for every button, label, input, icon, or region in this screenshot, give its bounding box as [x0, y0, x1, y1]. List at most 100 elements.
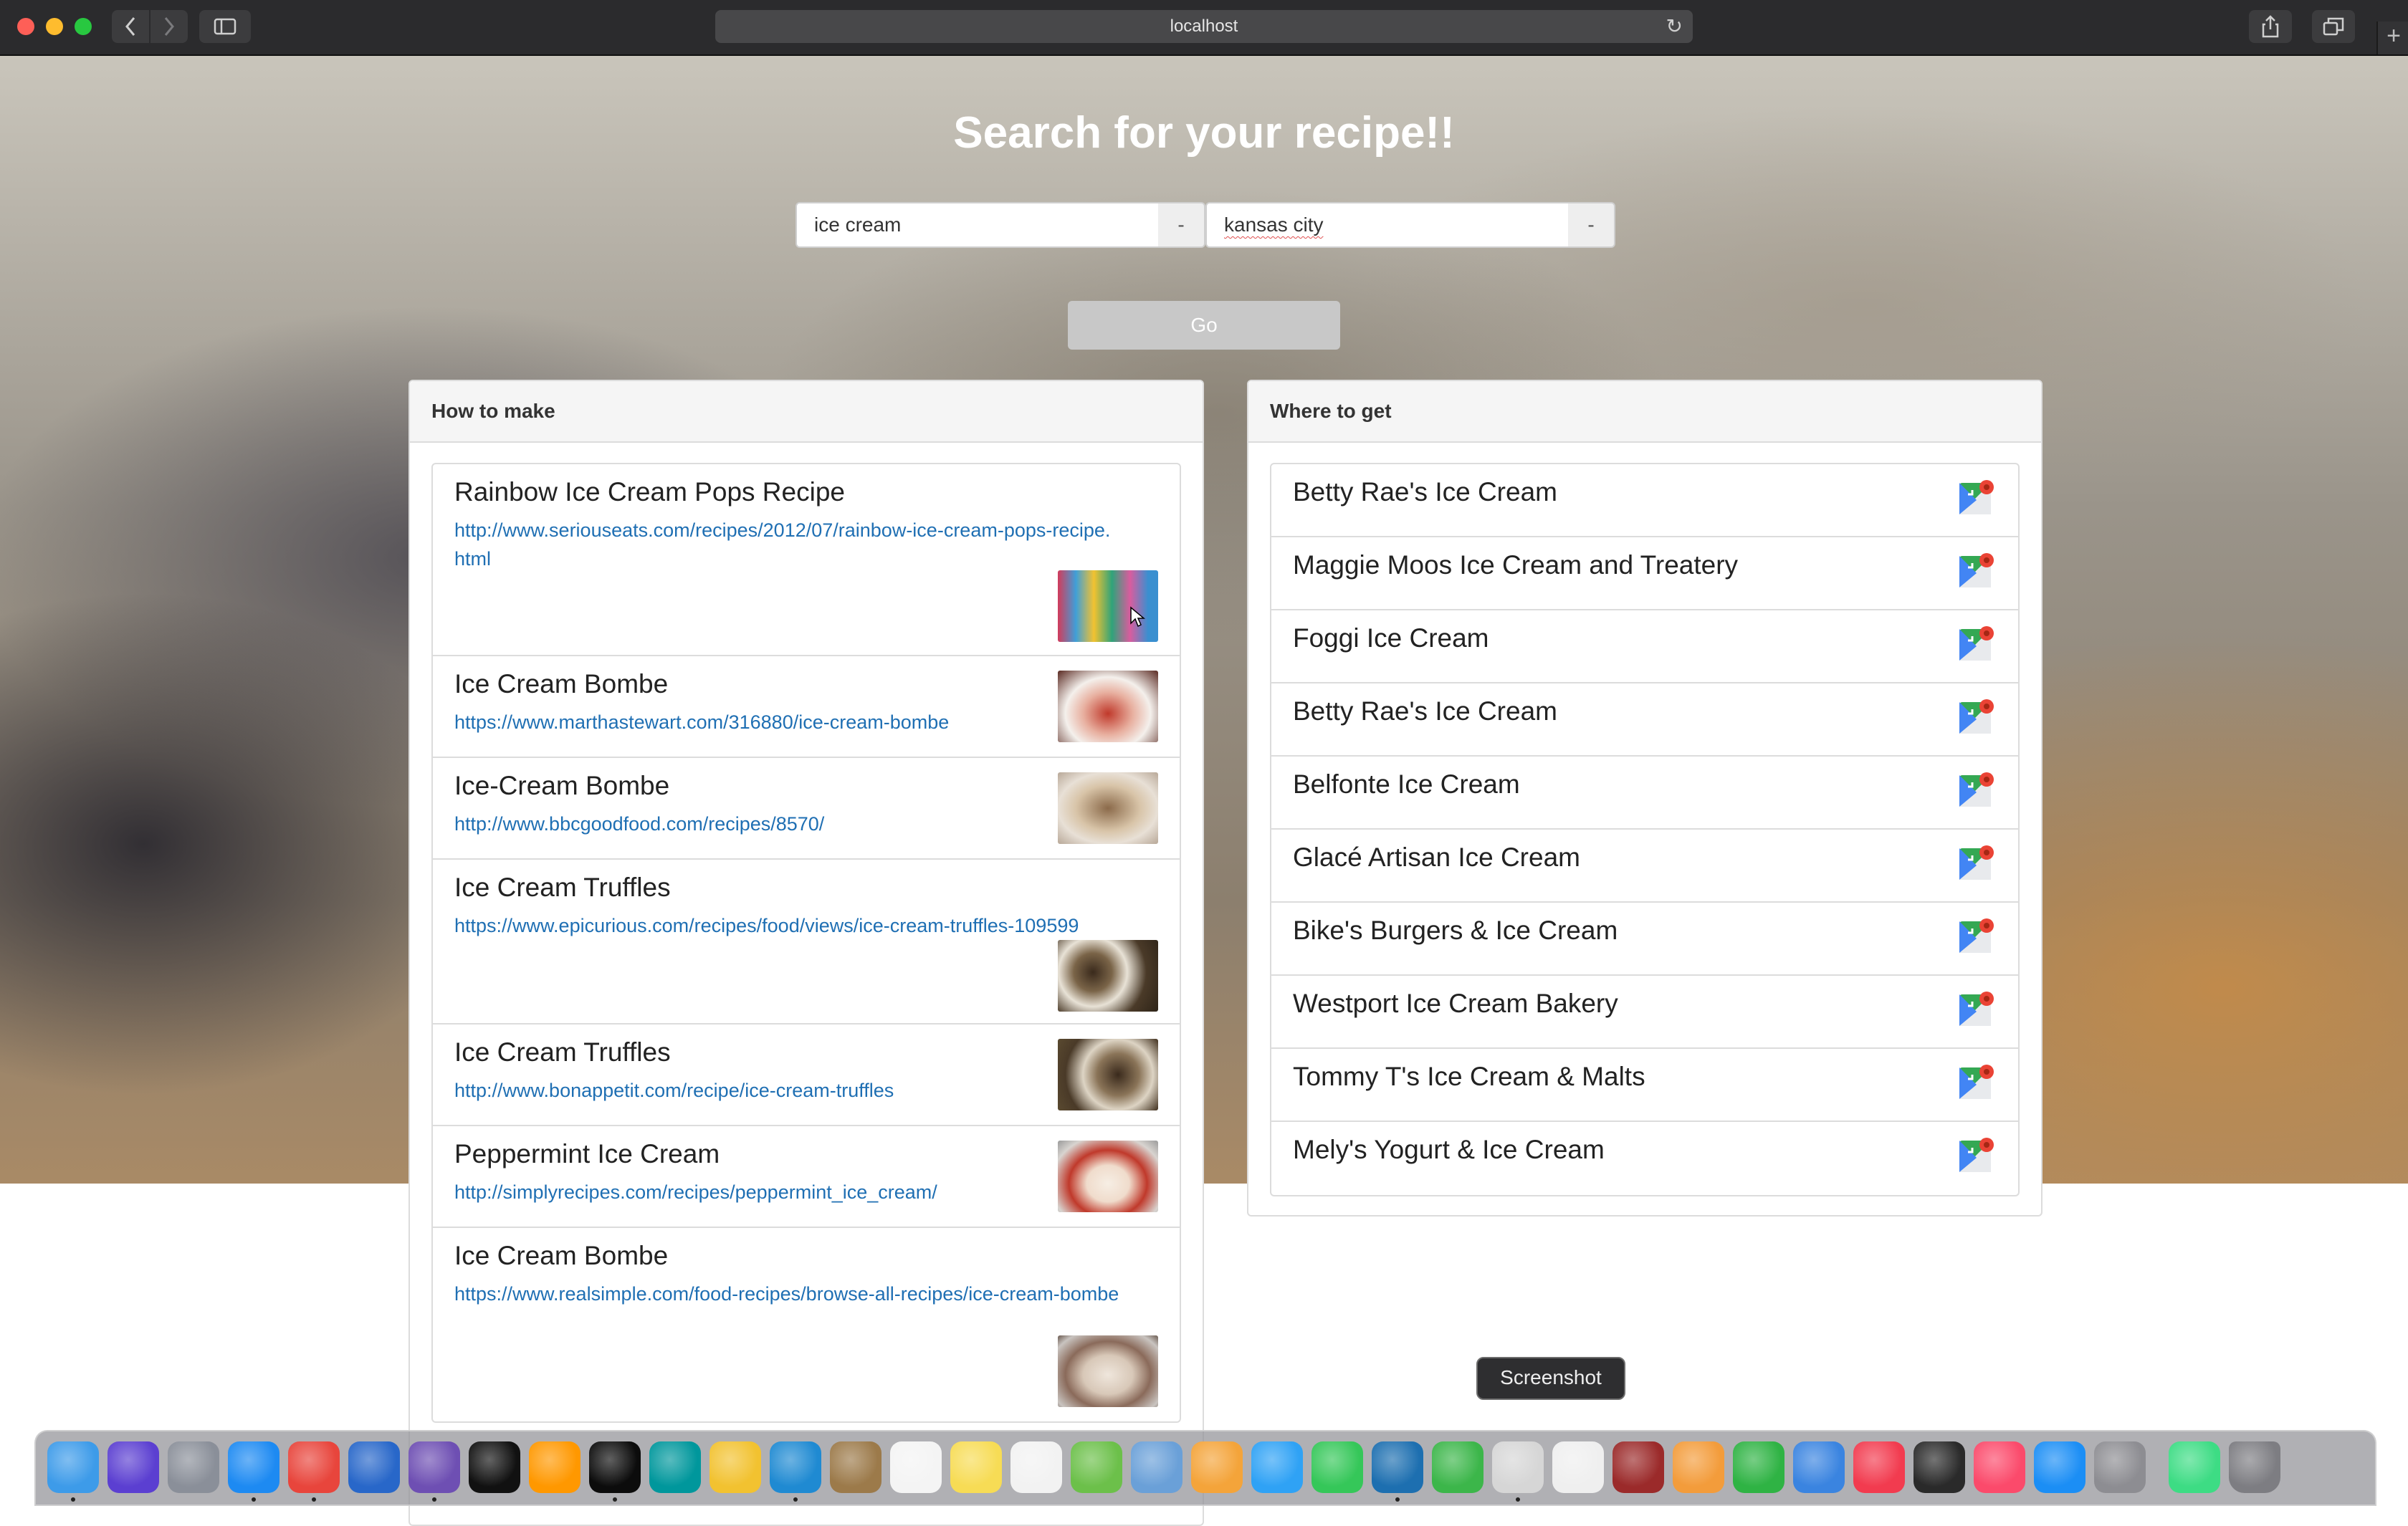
github-icon[interactable]	[408, 1441, 460, 1493]
list-item: Glacé Artisan Ice Cream	[1271, 830, 2018, 903]
recipe-search-input[interactable]: ice cream	[796, 202, 1160, 248]
google-maps-icon[interactable]	[1958, 625, 1995, 662]
quicktime-icon[interactable]	[1914, 1441, 1965, 1493]
google-maps-icon[interactable]	[1958, 479, 1995, 516]
running-indicator	[613, 1497, 617, 1502]
recipe-link[interactable]: https://www.marthastewart.com/316880/ice…	[454, 708, 1121, 736]
photos-icon[interactable]	[1191, 1441, 1243, 1493]
recipe-link[interactable]: https://www.epicurious.com/recipes/food/…	[454, 911, 1121, 940]
system-preferences-icon[interactable]	[2094, 1441, 2146, 1493]
tabs-icon	[2323, 17, 2344, 36]
recipe-link[interactable]: http://www.bbcgoodfood.com/recipes/8570/	[454, 810, 1121, 838]
show-tabs-button[interactable]	[2312, 10, 2355, 43]
vscode-icon[interactable]	[770, 1441, 821, 1493]
location-search-input[interactable]: kansas city	[1205, 202, 1570, 248]
kindle-icon[interactable]	[1372, 1441, 1423, 1493]
evernote-icon[interactable]	[1432, 1441, 1484, 1493]
recipe-thumbnail	[1058, 570, 1158, 642]
google-maps-icon[interactable]	[1958, 917, 1995, 954]
cursor-icon	[1130, 606, 1145, 628]
notes-brown-icon[interactable]	[830, 1441, 882, 1493]
music-icon[interactable]	[1974, 1441, 2025, 1493]
chrome-icon[interactable]	[288, 1441, 340, 1493]
preview-icon[interactable]	[1131, 1441, 1182, 1493]
jetbrains-icon[interactable]	[469, 1441, 520, 1493]
list-item: Ice Cream Truffles https://www.epicuriou…	[433, 860, 1180, 1024]
dictionary-icon[interactable]	[1612, 1441, 1664, 1493]
close-window-button[interactable]	[17, 18, 34, 35]
launchpad-icon[interactable]	[168, 1441, 219, 1493]
places-list: Betty Rae's Ice Cream Maggie Moos Ice Cre…	[1270, 463, 2020, 1196]
appstore-icon[interactable]	[2034, 1441, 2086, 1493]
list-item: Bike's Burgers & Ice Cream	[1271, 903, 2018, 976]
maps-icon[interactable]	[1071, 1441, 1122, 1493]
list-item: Ice Cream Truffles http://www.bonappetit…	[433, 1024, 1180, 1126]
screenshot-icon[interactable]	[1492, 1441, 1544, 1493]
forward-button[interactable]	[150, 10, 188, 43]
notes-icon[interactable]	[950, 1441, 1002, 1493]
trash-icon[interactable]	[2229, 1441, 2280, 1493]
messages-icon[interactable]	[1251, 1441, 1303, 1493]
places-panel-heading: Where to get	[1248, 381, 2041, 443]
place-name: Tommy T's Ice Cream & Malts	[1293, 1062, 1645, 1091]
google-maps-icon[interactable]	[1958, 698, 1995, 735]
list-item: Ice Cream Bombe https://www.marthastewar…	[433, 656, 1180, 758]
finder-icon[interactable]	[47, 1441, 99, 1493]
go-button[interactable]: Go	[1068, 301, 1340, 350]
zoom-window-button[interactable]	[75, 18, 92, 35]
minimize-window-button[interactable]	[46, 18, 63, 35]
google-maps-icon[interactable]	[1958, 771, 1995, 808]
facetime-icon[interactable]	[1312, 1441, 1363, 1493]
keynote-icon[interactable]	[1793, 1441, 1845, 1493]
recipe-link[interactable]: http://simplyrecipes.com/recipes/pepperm…	[454, 1178, 1121, 1206]
safari-icon[interactable]	[228, 1441, 280, 1493]
sublime-icon[interactable]	[529, 1441, 580, 1493]
reload-icon[interactable]: ↻	[1666, 10, 1683, 43]
browser-toolbar: localhost ↻ +	[0, 0, 2408, 56]
reminders-icon[interactable]	[1010, 1441, 1062, 1493]
recipe-link[interactable]: http://www.seriouseats.com/recipes/2012/…	[454, 516, 1121, 573]
recipe-thumbnail	[1058, 1141, 1158, 1212]
location-clear-button[interactable]: -	[1568, 202, 1615, 248]
list-item: Betty Rae's Ice Cream	[1271, 683, 2018, 757]
list-item: Ice Cream Bombe https://www.realsimple.c…	[433, 1228, 1180, 1421]
running-indicator	[793, 1497, 798, 1502]
back-button[interactable]	[112, 10, 149, 43]
recipe-clear-button[interactable]: -	[1158, 202, 1205, 248]
recipes-panel: How to make Rainbow Ice Cream Pops Recip…	[408, 380, 1204, 1526]
share-button[interactable]	[2249, 10, 2292, 43]
sourcetree-icon[interactable]	[348, 1441, 400, 1493]
android-studio-icon[interactable]	[2169, 1441, 2220, 1493]
recipe-title: Ice Cream Truffles	[454, 1037, 671, 1067]
google-maps-icon[interactable]	[1958, 990, 1995, 1027]
new-tab-button[interactable]: +	[2376, 21, 2408, 54]
recipes-panel-heading: How to make	[410, 381, 1203, 443]
address-bar[interactable]: localhost ↻	[715, 10, 1693, 43]
calendar-icon[interactable]	[890, 1441, 942, 1493]
pages-icon[interactable]	[1673, 1441, 1724, 1493]
location-value: kansas city	[1224, 213, 1324, 236]
google-maps-icon[interactable]	[1958, 1136, 1995, 1174]
google-maps-icon[interactable]	[1958, 844, 1995, 881]
place-name: Foggi Ice Cream	[1293, 623, 1489, 653]
python-icon[interactable]	[710, 1441, 761, 1493]
arduino-icon[interactable]	[649, 1441, 701, 1493]
webstorm-icon[interactable]	[589, 1441, 641, 1493]
numbers-icon[interactable]	[1733, 1441, 1784, 1493]
news-icon[interactable]	[1853, 1441, 1905, 1493]
textedit-icon[interactable]	[1552, 1441, 1604, 1493]
share-icon	[2262, 15, 2279, 38]
recipe-link[interactable]: https://www.realsimple.com/food-recipes/…	[454, 1280, 1121, 1308]
list-item: Maggie Moos Ice Cream and Treatery	[1271, 537, 2018, 610]
sidebar-toggle-button[interactable]	[199, 10, 251, 43]
google-maps-icon[interactable]	[1958, 552, 1995, 589]
running-indicator	[1516, 1497, 1520, 1502]
place-name: Westport Ice Cream Bakery	[1293, 989, 1618, 1018]
list-item: Rainbow Ice Cream Pops Recipe http://www…	[433, 464, 1180, 656]
list-item: Belfonte Ice Cream	[1271, 757, 2018, 830]
siri-icon[interactable]	[108, 1441, 159, 1493]
google-maps-icon[interactable]	[1958, 1063, 1995, 1100]
recipe-thumbnail	[1058, 772, 1158, 844]
recipe-link[interactable]: http://www.bonappetit.com/recipe/ice-cre…	[454, 1076, 1121, 1105]
running-indicator	[432, 1497, 436, 1502]
